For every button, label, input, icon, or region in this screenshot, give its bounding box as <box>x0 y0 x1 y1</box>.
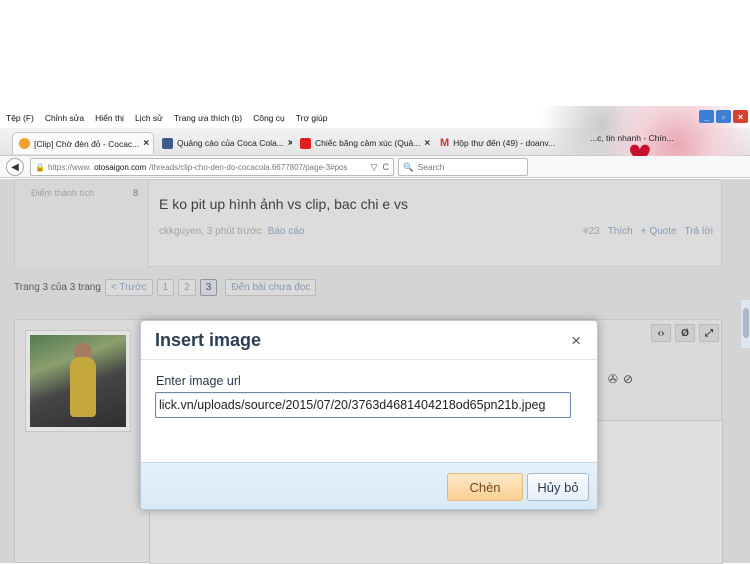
navigation-bar: ◀ 🔒 https://www. otosaigon.com/threads/cl… <box>0 156 750 327</box>
menu-bookmarks[interactable]: Trang ưa thích (b) <box>174 113 242 123</box>
tab-youtube[interactable]: Chiếc băng cảm xúc (Quả... × <box>294 132 432 154</box>
close-tab-icon[interactable]: × <box>288 138 292 149</box>
cancel-button[interactable]: Hủy bỏ <box>527 473 589 501</box>
tab-cocacola-clip[interactable]: [Clip] Chờ đèn đỏ - Cocac... × <box>12 132 154 154</box>
url-path: /threads/clip-cho-den-do-cocacola.667780… <box>149 162 348 172</box>
tab-gmail[interactable]: M Hộp thư đến (49) - doanv... <box>434 132 564 154</box>
menu-tools[interactable]: Công cụ <box>253 113 285 123</box>
close-tab-icon[interactable]: × <box>143 138 149 149</box>
search-input[interactable]: 🔍 Search <box>398 158 528 176</box>
close-icon[interactable]: × <box>733 110 748 123</box>
tab-label: Chiếc băng cảm xúc (Quả... <box>315 138 421 148</box>
address-bar[interactable]: 🔒 https://www. otosaigon.com/threads/clip… <box>30 158 394 176</box>
reload-icon[interactable]: C <box>383 162 390 173</box>
url-domain: otosaigon.com <box>94 162 147 172</box>
menu-edit[interactable]: Chỉnh sửa <box>45 113 84 123</box>
tab-coca-ad[interactable]: Quảng cáo của Coca Cola... × <box>156 132 292 154</box>
tab-label: Hộp thư đến (49) - doanv... <box>453 138 556 148</box>
youtube-icon <box>300 137 311 149</box>
lock-icon: 🔒 <box>35 162 45 172</box>
tab-news[interactable]: ...c, tin nhanh - Chín... <box>590 133 674 143</box>
restore-icon[interactable]: ▫ <box>716 110 731 123</box>
search-icon: 🔍 <box>403 161 414 172</box>
image-url-label: Enter image url <box>156 374 241 388</box>
menu-help[interactable]: Trợ giúp <box>296 113 328 123</box>
dialog-divider <box>141 359 597 360</box>
url-prefix: https://www. <box>47 162 92 172</box>
menu-bar: Tệp (F) Chỉnh sửa Hiển thị Lịch sử Trang… <box>0 108 750 128</box>
tab-label: Quảng cáo của Coca Cola... <box>177 138 284 148</box>
menu-view[interactable]: Hiển thị <box>95 113 124 123</box>
window-controls: _ ▫ × <box>699 110 748 123</box>
tab-favicon-icon <box>162 137 173 149</box>
menu-history[interactable]: Lịch sử <box>135 113 163 123</box>
dialog-title: Insert image <box>155 330 262 350</box>
tab-label: [Clip] Chờ đèn đỏ - Cocac... <box>34 138 140 149</box>
search-placeholder: Search <box>417 162 445 172</box>
insert-image-dialog: Insert image × Enter image url lick.vn/u… <box>140 320 598 510</box>
dropdown-arrow-icon[interactable]: ▽ <box>371 162 378 173</box>
dialog-footer: Chèn Hủy bỏ <box>141 462 597 509</box>
tab-favicon-icon <box>19 138 30 149</box>
blank-area <box>0 0 750 108</box>
close-tab-icon[interactable]: × <box>424 138 430 149</box>
scrollbar[interactable] <box>740 300 750 348</box>
scrollbar-thumb[interactable] <box>743 308 749 338</box>
close-icon[interactable]: × <box>571 331 581 351</box>
menu-file[interactable]: Tệp (F) <box>6 113 34 123</box>
back-arrow-icon[interactable]: ◀ <box>6 158 24 176</box>
insert-button[interactable]: Chèn <box>447 473 523 501</box>
minimize-icon[interactable]: _ <box>699 110 714 123</box>
image-url-input[interactable]: lick.vn/uploads/source/2015/07/20/3763d4… <box>155 392 571 418</box>
gmail-icon: M <box>440 137 450 149</box>
